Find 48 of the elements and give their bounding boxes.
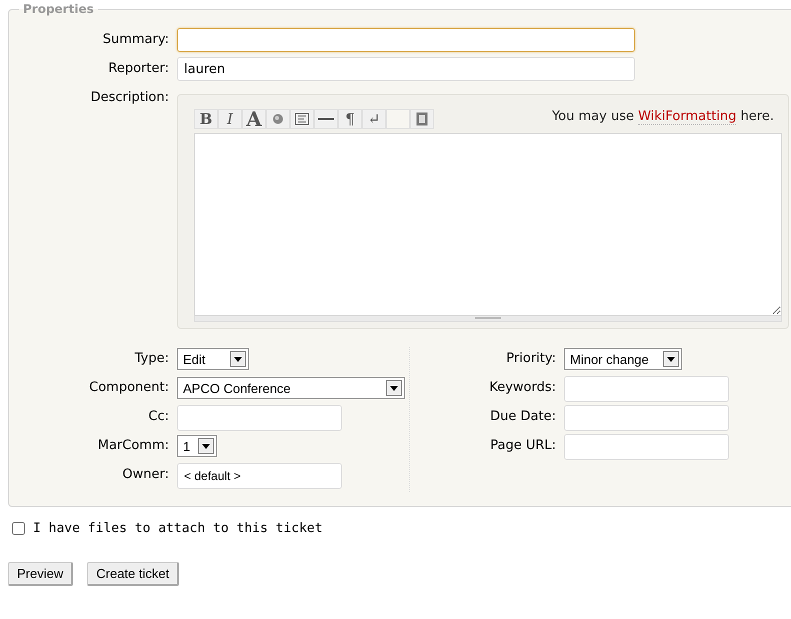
input-field[interactable] xyxy=(177,28,635,52)
bold-button[interactable]: B xyxy=(194,109,218,129)
formatting-hint: You may use WikiFormatting here. xyxy=(552,109,774,124)
field-label: Reporter: xyxy=(107,60,170,78)
dropdown[interactable]: 1 xyxy=(177,435,217,457)
field-label: Type: xyxy=(134,350,170,368)
input-field[interactable]: lauren xyxy=(177,57,635,81)
macro-button[interactable] xyxy=(410,109,434,129)
caret-icon xyxy=(390,386,398,390)
globe-icon xyxy=(272,113,284,125)
field-label: Owner: xyxy=(121,466,170,484)
field-label: Summary: xyxy=(102,31,170,49)
caret-icon xyxy=(202,444,210,448)
input-field[interactable] xyxy=(564,376,729,402)
dropdown[interactable]: APCO Conference xyxy=(177,377,405,399)
input-field[interactable] xyxy=(564,405,729,431)
input-field[interactable]: < default > xyxy=(177,463,342,489)
horizontal-line-icon xyxy=(318,117,334,121)
toolbar-button[interactable]: ¶ xyxy=(338,109,362,129)
field-label: Keywords: xyxy=(488,379,557,397)
caret-icon xyxy=(667,356,675,362)
resize-handle[interactable] xyxy=(194,316,782,322)
checkbox-label: I have files to attach to this ticket xyxy=(33,521,323,536)
field-label: Priority: xyxy=(505,350,557,368)
input-field[interactable] xyxy=(564,434,729,460)
text-block-icon xyxy=(295,113,309,125)
code-block-button[interactable] xyxy=(290,109,314,129)
form-button[interactable]: Create ticket xyxy=(87,562,180,586)
field-label: Component: xyxy=(88,379,170,397)
macro-icon xyxy=(416,112,428,126)
heading-button[interactable]: A xyxy=(242,109,266,129)
horizontal-rule-button[interactable] xyxy=(314,109,338,129)
toolbar-button[interactable]: ↵ xyxy=(362,109,386,129)
italic-button[interactable]: I xyxy=(218,109,242,129)
field-label: Cc: xyxy=(147,408,170,426)
link-button[interactable] xyxy=(266,109,290,129)
field-label: Description: xyxy=(90,89,170,107)
field-label: MarComm: xyxy=(96,437,170,455)
panel-legend: Properties xyxy=(19,2,98,16)
field-label: Due Date: xyxy=(489,408,557,426)
input-field[interactable] xyxy=(177,405,342,431)
checkbox[interactable] xyxy=(12,522,25,535)
dropdown[interactable]: Minor change xyxy=(564,348,682,370)
caret-icon xyxy=(234,356,242,362)
form-button[interactable]: Preview xyxy=(8,562,74,586)
wiki-link[interactable]: WikiFormatting xyxy=(638,109,736,125)
dropdown[interactable]: Edit xyxy=(177,348,249,370)
field-label: Page URL: xyxy=(489,437,557,455)
